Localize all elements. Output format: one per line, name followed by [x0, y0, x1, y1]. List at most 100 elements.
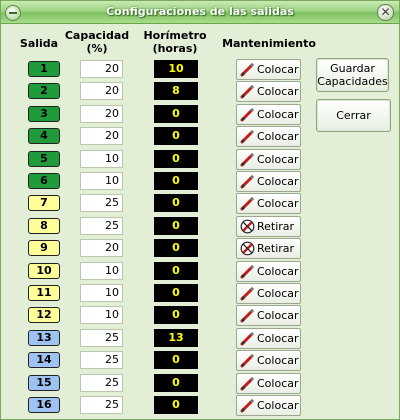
pencil-icon	[240, 129, 255, 144]
horimetro-value: 10	[154, 60, 198, 78]
mantenimiento-button[interactable]: Colocar	[236, 395, 301, 416]
table-row: 14 25 0 Colocar	[1, 350, 311, 372]
capacidad-field[interactable]: 20	[80, 82, 123, 101]
salida-badge: 1	[28, 61, 60, 77]
no-pencil-icon	[240, 241, 255, 256]
mantenimiento-button[interactable]: Colocar	[236, 283, 301, 304]
mantenimiento-button-label: Colocar	[257, 264, 299, 278]
table-row: 1 20 10 Colocar	[1, 59, 311, 81]
pencil-icon	[240, 107, 255, 122]
horimetro-value: 0	[154, 306, 198, 325]
mantenimiento-button-label: Colocar	[257, 175, 299, 188]
table-row: 16 25 0 Colocar	[1, 395, 311, 417]
pencil-icon	[240, 398, 255, 413]
horimetro-value: 0	[154, 149, 198, 168]
horimetro-value: 0	[154, 194, 198, 213]
capacidad-field[interactable]: 10	[80, 149, 123, 168]
capacidad-field[interactable]: 10	[80, 284, 123, 302]
horimetro-value: 0	[154, 127, 198, 146]
table-row: 7 25 0 Colocar	[1, 193, 311, 215]
header-mantenimiento: Mantenimiento	[222, 37, 316, 50]
pencil-icon	[240, 308, 255, 323]
mantenimiento-button-label: Colocar	[257, 287, 299, 300]
pencil-icon	[240, 286, 255, 301]
header-salida: Salida	[19, 37, 59, 50]
header-capacidad: Capacidad (%)	[64, 29, 130, 55]
mantenimiento-button[interactable]: Colocar	[236, 305, 301, 327]
config-window: Configuraciones de las salidas ✕ Salida …	[0, 0, 400, 420]
mantenimiento-button-label: Retirar	[257, 219, 295, 233]
mantenimiento-button[interactable]: Colocar	[236, 148, 301, 170]
capacidad-field[interactable]: 25	[80, 194, 123, 213]
mantenimiento-button[interactable]: Colocar	[236, 81, 301, 103]
salida-badge: 6	[28, 173, 60, 189]
guardar-capacidades-button[interactable]: Guardar Capacidades	[316, 58, 389, 92]
mantenimiento-button-label: Colocar	[257, 130, 299, 144]
mantenimiento-button-label: Colocar	[257, 331, 299, 345]
horimetro-value: 0	[154, 373, 198, 392]
mantenimiento-button-label: Colocar	[257, 107, 299, 121]
salida-badge: 12	[28, 307, 60, 324]
title-bar[interactable]: Configuraciones de las salidas ✕	[1, 1, 399, 24]
mantenimiento-button-label: Colocar	[257, 309, 299, 323]
header-capacidad-unit: (%)	[86, 42, 108, 55]
mantenimiento-button[interactable]: Colocar	[236, 372, 301, 394]
capacidad-field[interactable]: 25	[80, 396, 123, 414]
mantenimiento-button-label: Colocar	[257, 197, 299, 211]
mantenimiento-button[interactable]: Retirar	[236, 215, 301, 237]
close-button[interactable]: ✕	[377, 4, 394, 21]
salida-badge: 14	[28, 352, 60, 369]
capacidad-field[interactable]: 25	[80, 216, 123, 235]
salida-badge: 3	[28, 105, 60, 122]
salida-badge: 9	[28, 240, 60, 257]
capacidad-field[interactable]: 25	[80, 351, 123, 370]
mantenimiento-button[interactable]: Colocar	[236, 171, 301, 192]
mantenimiento-button[interactable]: Colocar	[236, 327, 301, 349]
header-horimetro-label: Horímetro	[143, 29, 207, 42]
salida-badge: 16	[28, 397, 60, 413]
capacidad-field[interactable]: 20	[80, 127, 123, 146]
capacidad-field[interactable]: 10	[80, 172, 123, 190]
capacidad-field[interactable]: 25	[80, 328, 123, 347]
horimetro-value: 0	[154, 239, 198, 258]
mantenimiento-button[interactable]: Colocar	[236, 193, 301, 215]
window-title: Configuraciones de las salidas	[106, 5, 294, 18]
capacidad-field[interactable]: 20	[80, 239, 123, 258]
mantenimiento-button-label: Colocar	[257, 354, 299, 368]
table-row: 15 25 0 Colocar	[1, 372, 311, 395]
mantenimiento-button[interactable]: Colocar	[236, 126, 301, 148]
table-row: 3 20 0 Colocar	[1, 103, 311, 126]
capacidad-field[interactable]: 25	[80, 373, 123, 392]
mantenimiento-button[interactable]: Retirar	[236, 238, 301, 260]
mantenimiento-button[interactable]: Colocar	[236, 103, 301, 125]
salida-badge: 4	[28, 128, 60, 145]
salida-badge: 10	[28, 262, 60, 279]
horimetro-value: 0	[154, 284, 198, 302]
horimetro-value: 8	[154, 82, 198, 101]
capacidad-field[interactable]: 20	[80, 60, 123, 78]
table-row: 5 10 0 Colocar	[1, 148, 311, 171]
cerrar-button[interactable]: Cerrar	[316, 99, 391, 132]
mantenimiento-button-label: Colocar	[257, 63, 299, 76]
table-row: 10 10 0 Colocar	[1, 260, 311, 283]
capacidad-field[interactable]: 10	[80, 306, 123, 325]
mantenimiento-button-label: Colocar	[257, 85, 299, 99]
table-row: 8 25 0 Retirar	[1, 215, 311, 238]
capacidad-field[interactable]: 10	[80, 261, 123, 280]
table-row: 6 10 0 Colocar	[1, 171, 311, 193]
no-pencil-icon	[240, 219, 255, 234]
horimetro-value: 13	[154, 328, 198, 347]
horimetro-value: 0	[154, 261, 198, 280]
pencil-icon	[240, 376, 255, 391]
salida-badge: 13	[28, 329, 60, 346]
mantenimiento-button[interactable]: Colocar	[236, 350, 301, 372]
salida-badge: 2	[28, 83, 60, 100]
mantenimiento-button[interactable]: Colocar	[236, 59, 301, 80]
mantenimiento-button-label: Colocar	[257, 399, 299, 412]
capacidad-field[interactable]: 20	[80, 104, 123, 123]
horimetro-value: 0	[154, 396, 198, 414]
mantenimiento-button[interactable]: Colocar	[236, 260, 301, 282]
table-row: 4 20 0 Colocar	[1, 126, 311, 148]
pencil-icon	[240, 152, 255, 167]
header-horimetro-unit: (horas)	[152, 42, 198, 55]
